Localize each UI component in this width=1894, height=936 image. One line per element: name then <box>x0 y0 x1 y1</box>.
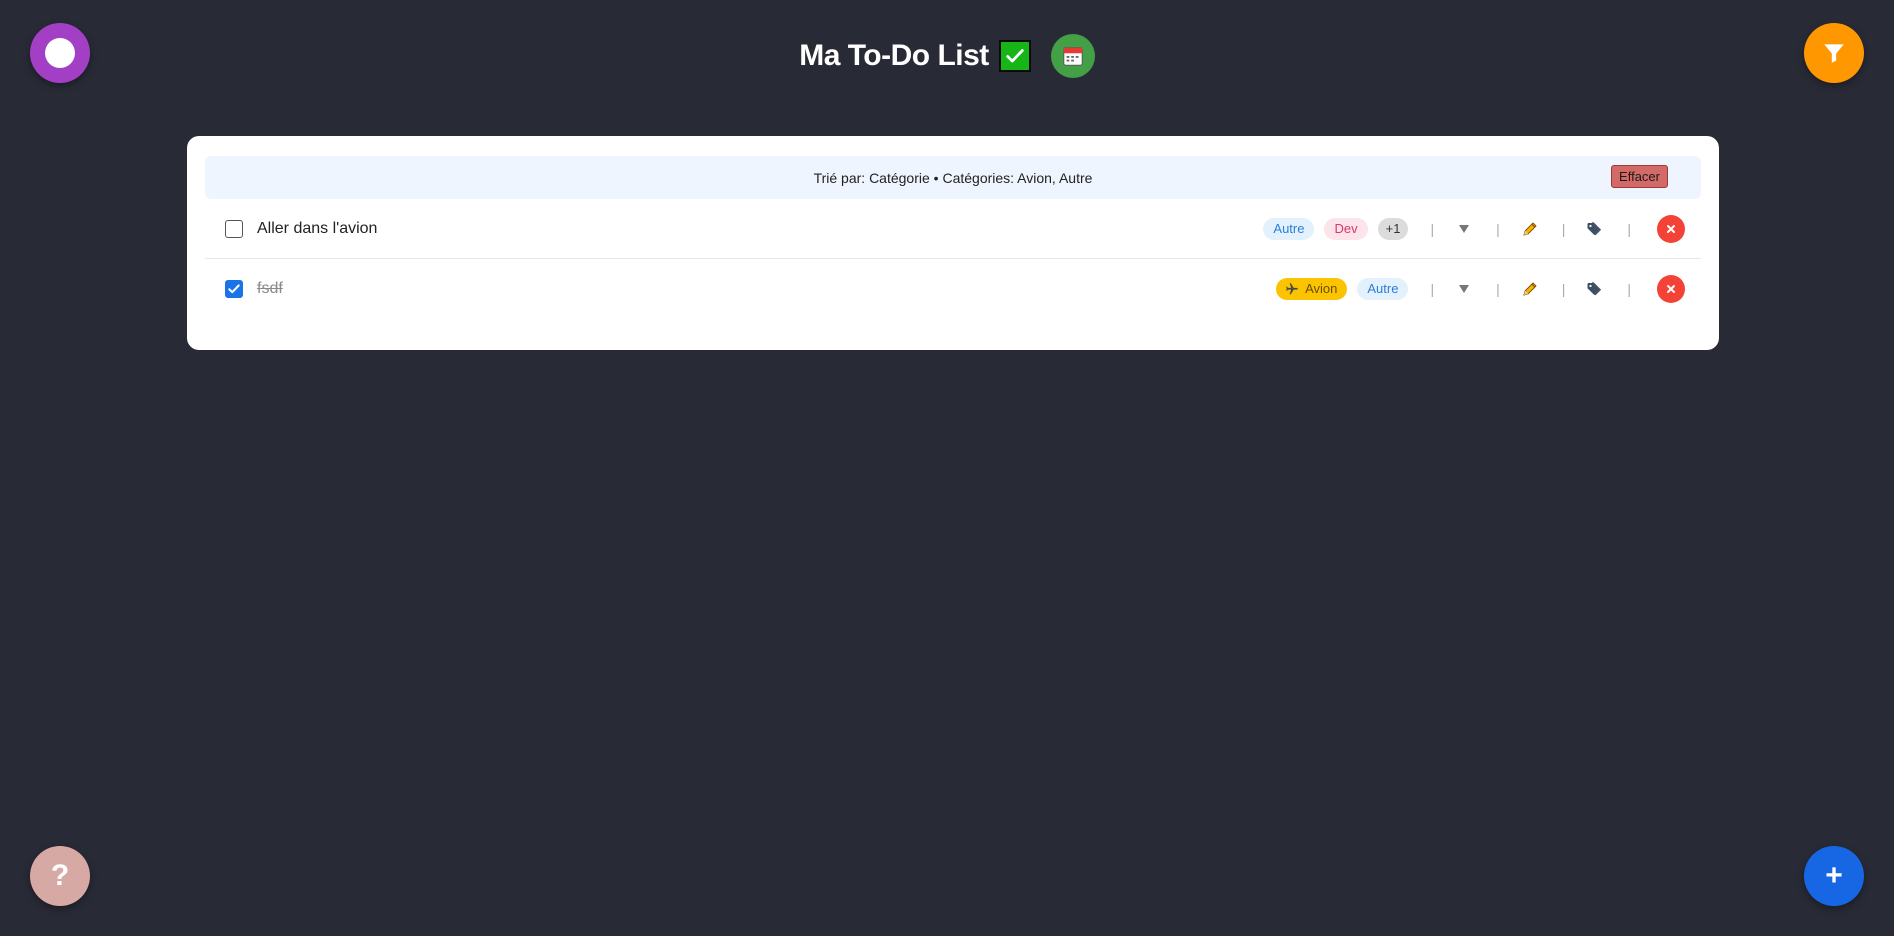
add-task-button[interactable]: + <box>1804 846 1864 906</box>
close-icon <box>1667 284 1675 293</box>
edit-button[interactable] <box>1520 280 1540 298</box>
separator: | <box>1496 280 1500 297</box>
todo-card: Trié par: Catégorie • Catégories: Avion,… <box>187 136 1719 350</box>
task-actions: Autre Dev +1 | | | | <box>1253 199 1685 258</box>
page-title: Ma To-Do List <box>799 39 989 72</box>
chevron-down-icon <box>1459 284 1470 293</box>
tag-label: Avion <box>1305 281 1338 296</box>
separator: | <box>1627 280 1631 297</box>
pencil-icon <box>1523 221 1537 236</box>
filter-summary: Trié par: Catégorie • Catégories: Avion,… <box>813 169 1093 186</box>
separator: | <box>1561 280 1566 297</box>
tags-button[interactable] <box>1585 221 1605 237</box>
task-text: Aller dans l'avion <box>257 219 378 237</box>
plus-icon: + <box>1825 859 1843 892</box>
more-tags-badge[interactable]: +1 <box>1377 217 1409 240</box>
tag-autre: Autre <box>1263 217 1315 240</box>
task-actions: Avion Autre | | | | <box>1266 259 1685 318</box>
tags-icon <box>1587 281 1602 295</box>
chevron-down-icon <box>1459 224 1470 233</box>
separator: | <box>1430 220 1435 237</box>
tag-autre: Autre <box>1357 277 1409 300</box>
clear-filters-button[interactable]: Effacer <box>1611 165 1668 188</box>
task-text: fsdf <box>257 279 283 297</box>
delete-button[interactable] <box>1657 274 1685 303</box>
app-root: Ma To-Do List Trié par: Catégorie • Caté… <box>0 0 1894 936</box>
pencil-icon <box>1523 281 1537 296</box>
checkmark-icon <box>228 283 240 293</box>
question-icon: ? <box>50 859 70 892</box>
expand-button[interactable] <box>1454 224 1474 234</box>
tag-dev: Dev <box>1324 217 1368 240</box>
task-checkbox[interactable] <box>225 279 243 298</box>
tag-avion: Avion <box>1276 277 1348 300</box>
delete-button[interactable] <box>1657 214 1685 243</box>
task-row: Aller dans l'avion Autre Dev +1 | | | | <box>205 199 1701 258</box>
active-filter-bar: Trié par: Catégorie • Catégories: Avion,… <box>205 156 1701 199</box>
help-button[interactable]: ? <box>30 846 90 906</box>
separator: | <box>1627 220 1631 237</box>
calendar-icon <box>1063 47 1083 66</box>
plane-icon <box>1284 282 1300 296</box>
close-icon <box>1667 224 1675 233</box>
separator: | <box>1430 280 1435 297</box>
task-checkbox[interactable] <box>225 219 243 238</box>
expand-button[interactable] <box>1454 284 1474 294</box>
separator: | <box>1496 220 1500 237</box>
edit-button[interactable] <box>1520 220 1540 238</box>
check-mark-icon <box>998 40 1031 72</box>
tags-button[interactable] <box>1585 281 1605 297</box>
separator: | <box>1561 220 1566 237</box>
calendar-button[interactable] <box>1050 34 1095 78</box>
page-header: Ma To-Do List <box>0 34 1894 78</box>
tags-icon <box>1587 221 1602 235</box>
task-row: fsdf Avion Autre | | | | <box>205 258 1701 318</box>
